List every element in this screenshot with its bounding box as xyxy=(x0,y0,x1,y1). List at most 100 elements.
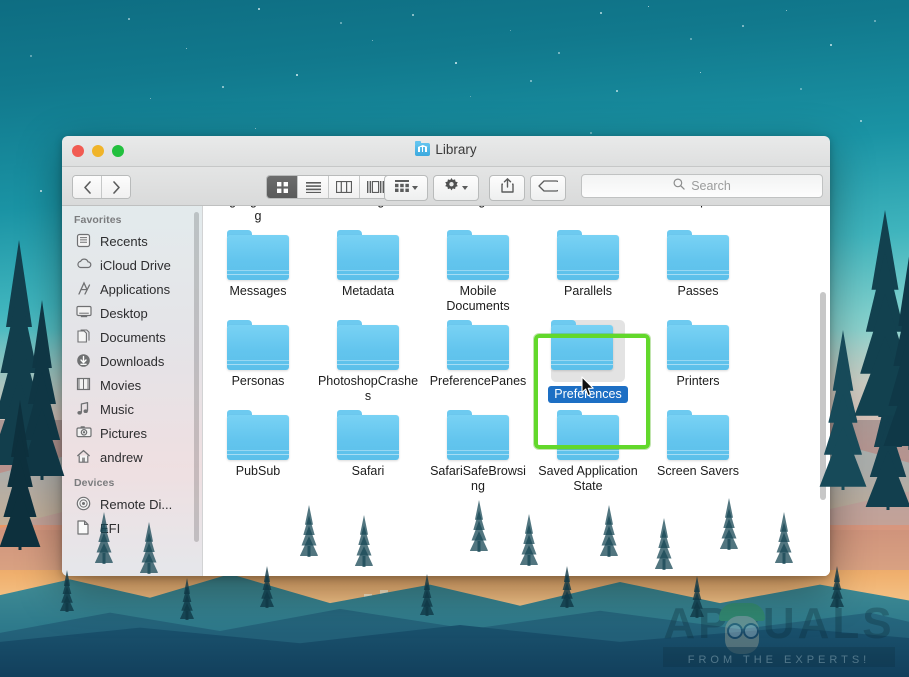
folder-item[interactable]: Metadata xyxy=(313,224,423,314)
tag-icon xyxy=(538,179,558,197)
folder-label: Printers xyxy=(643,374,753,389)
share-button[interactable] xyxy=(489,175,525,201)
mascot-eye-right-icon xyxy=(743,623,759,639)
documents-icon xyxy=(76,329,92,345)
folder-item[interactable]: Passes xyxy=(643,224,753,314)
pine-tree xyxy=(520,514,538,566)
finder-sidebar: FavoritesRecents iCloud Drive Applications… xyxy=(62,206,203,576)
list-view-button[interactable] xyxy=(298,176,329,198)
folder-item[interactable]: Parallels xyxy=(533,224,643,314)
column-view-button[interactable] xyxy=(329,176,360,198)
sidebar-item-movies[interactable]: Movies xyxy=(62,373,202,397)
folder-item[interactable]: Personas xyxy=(203,314,313,404)
window-title-text: Library xyxy=(435,142,476,157)
star xyxy=(590,132,592,134)
sidebar-scrollbar[interactable] xyxy=(194,212,199,542)
camera-icon xyxy=(76,425,92,441)
folder-item[interactable]: SafariSafeBrowsing xyxy=(423,404,533,494)
sidebar-item-label: Desktop xyxy=(100,306,148,321)
finder-body: FavoritesRecents iCloud Drive Applications… xyxy=(62,206,830,576)
folder-item[interactable]: LanguageModeling xyxy=(203,206,313,224)
folder-item[interactable]: Mail xyxy=(533,206,643,224)
sidebar-item-applications[interactable]: Applications xyxy=(62,277,202,301)
sidebar-item-label: Pictures xyxy=(100,426,147,441)
sidebar-item-label: Music xyxy=(100,402,134,417)
icon-grid: LanguageModelingLaunchAgentsLogsMailMaps… xyxy=(203,206,830,494)
sidebar-item-downloads[interactable]: Downloads xyxy=(62,349,202,373)
folder-label: Safari xyxy=(313,464,423,479)
sidebar-section-header: Favorites xyxy=(62,206,202,229)
sidebar-section-header: Devices xyxy=(62,469,202,492)
star xyxy=(742,25,744,27)
folder-item[interactable]: LaunchAgents xyxy=(313,206,423,224)
sidebar-item-pictures[interactable]: Pictures xyxy=(62,421,202,445)
folder-item[interactable]: Mobile Documents xyxy=(423,224,533,314)
folder-item[interactable]: Safari xyxy=(313,404,423,494)
folder-label: Logs xyxy=(423,206,533,209)
folder-item[interactable]: PubSub xyxy=(203,404,313,494)
sidebar-item-label: Movies xyxy=(100,378,141,393)
pine-tree xyxy=(884,250,909,450)
pine-tree xyxy=(655,518,673,570)
folder-icon xyxy=(557,410,619,460)
pine-tree xyxy=(0,400,40,550)
sidebar-item-andrew[interactable]: andrew xyxy=(62,445,202,469)
folder-item[interactable]: Saved Application State xyxy=(533,404,643,494)
action-menu-button[interactable] xyxy=(433,175,479,201)
pine-tree xyxy=(60,570,74,612)
finder-window: Library xyxy=(62,136,830,576)
sidebar-item-icloud-drive[interactable]: iCloud Drive xyxy=(62,253,202,277)
folder-icon xyxy=(667,230,729,280)
disc-icon xyxy=(76,496,92,512)
sidebar-item-remote-di[interactable]: Remote Di... xyxy=(62,492,202,516)
finder-toolbar: Search xyxy=(62,167,830,206)
sidebar-item-label: iCloud Drive xyxy=(100,258,171,273)
folder-item[interactable]: Maps xyxy=(643,206,753,224)
home-icon xyxy=(76,449,92,465)
pine-tree xyxy=(140,522,158,574)
pine-tree xyxy=(95,512,113,564)
sidebar-item-label: andrew xyxy=(100,450,143,465)
folder-item[interactable]: Messages xyxy=(203,224,313,314)
search-field[interactable]: Search xyxy=(581,174,823,198)
sidebar-item-desktop[interactable]: Desktop xyxy=(62,301,202,325)
view-mode-segmented-control xyxy=(266,175,391,199)
folder-icon xyxy=(447,230,509,280)
folder-item[interactable]: Screen Savers xyxy=(643,404,753,494)
folder-label: PubSub xyxy=(203,464,313,479)
tags-button[interactable] xyxy=(530,175,566,201)
window-titlebar[interactable]: Library xyxy=(62,136,830,167)
star xyxy=(874,20,876,22)
sidebar-item-efi[interactable]: EFI xyxy=(62,516,202,540)
forward-button[interactable] xyxy=(102,176,130,198)
folder-item[interactable]: PhotoshopCrashes xyxy=(313,314,423,404)
star xyxy=(616,90,618,92)
icon-view-button[interactable] xyxy=(267,176,298,198)
folder-icon xyxy=(227,230,289,280)
pine-tree xyxy=(775,512,793,564)
folder-icon xyxy=(337,320,399,370)
document-icon xyxy=(76,520,92,536)
folder-label: Screen Savers xyxy=(643,464,753,479)
folder-label: Maps xyxy=(643,206,753,209)
arrange-button[interactable] xyxy=(384,175,428,201)
sidebar-item-label: Applications xyxy=(100,282,170,297)
folder-label: Mail xyxy=(533,206,643,209)
gear-icon xyxy=(444,178,459,198)
star xyxy=(40,190,42,192)
pine-tree xyxy=(420,574,434,616)
back-button[interactable] xyxy=(73,176,102,198)
icon-grid-row: PersonasPhotoshopCrashesPreferencePanes P… xyxy=(203,314,830,404)
library-folder-icon xyxy=(415,143,430,156)
pine-tree xyxy=(355,515,373,567)
sidebar-item-recents[interactable]: Recents xyxy=(62,229,202,253)
folder-item[interactable]: PreferencePanes xyxy=(423,314,533,404)
pine-tree xyxy=(600,505,618,557)
sidebar-item-documents[interactable]: Documents xyxy=(62,325,202,349)
pine-tree xyxy=(180,578,194,620)
search-icon xyxy=(673,177,685,195)
folder-item[interactable]: Printers xyxy=(643,314,753,404)
applications-icon xyxy=(76,281,92,297)
folder-item[interactable]: Logs xyxy=(423,206,533,224)
sidebar-item-music[interactable]: Music xyxy=(62,397,202,421)
